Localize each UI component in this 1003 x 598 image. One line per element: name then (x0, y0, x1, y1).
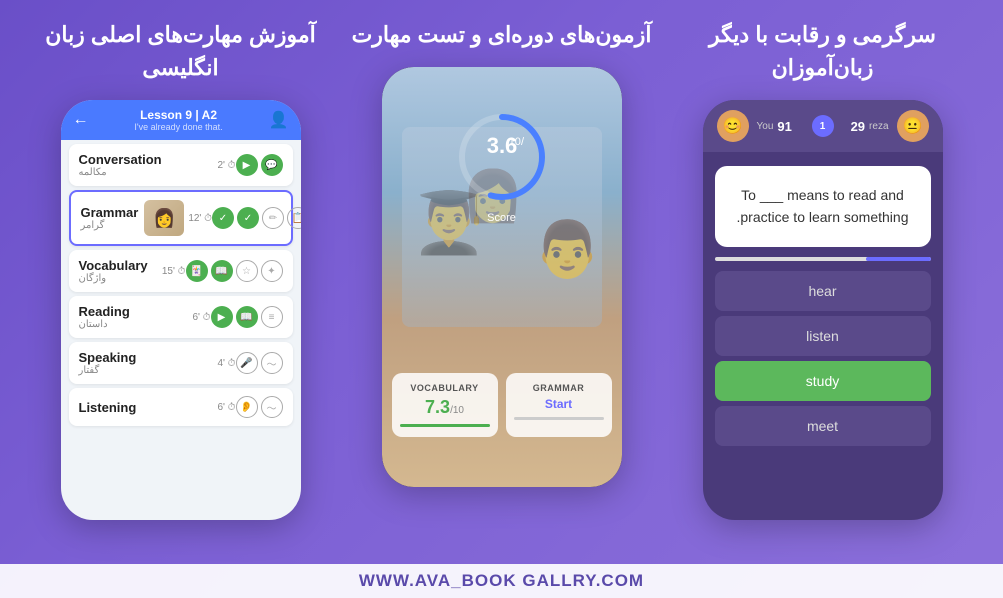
skill-listening-text: Listening (79, 400, 214, 415)
grammar-icon-1[interactable]: ✓ (212, 207, 234, 229)
vocab-icon-1[interactable]: 🃏 (186, 260, 208, 282)
you-score: 91 (777, 119, 791, 134)
skill-chat-icon[interactable]: 💬 (261, 154, 283, 176)
you-label: You (757, 121, 774, 132)
skill-speaking-text: Speaking گفتار (79, 350, 214, 376)
skill-vocabulary-text: Vocabulary واژگان (79, 258, 158, 284)
question-text: To ___ means to read and practice to lea… (737, 187, 909, 225)
watermark-bar: WWW.AVA_BOOK GALLRY.COM (0, 564, 1003, 598)
score-label: Score (452, 212, 552, 224)
skill-grammar[interactable]: Grammar گرامر 👩 12' ⏱ ✓ ✓ ✏ 📋 ≡ (69, 190, 293, 246)
skill-reading-text: Reading داستان (79, 304, 189, 330)
skill-vocabulary-duration: 15' ⏱ (162, 266, 186, 277)
grammar-tab[interactable]: GRAMMAR Start (506, 373, 612, 437)
right-title: آموزش مهارت‌های اصلی زبان انگلیسی (20, 18, 341, 84)
speaking-icon-1[interactable]: 🎤 (236, 352, 258, 374)
player-avatar-you: 😊 (717, 110, 749, 142)
skill-listening-duration: 6' ⏱ (217, 402, 235, 413)
listening-icon-1[interactable]: 👂 (236, 396, 258, 418)
score-tabs: VOCABULARY 7.3/10 GRAMMAR Start (392, 373, 612, 437)
right-phone: ← Lesson 9 | A2 I've already done that. … (61, 100, 301, 520)
vocab-icon-3[interactable]: ☆ (236, 260, 258, 282)
left-phone: 😊 You 91 1 29 reza 😐 To ___ means to rea… (703, 100, 943, 520)
skill-play-icon[interactable]: ▶ (236, 154, 258, 176)
skill-conversation-text: Conversation مکالمه (79, 152, 214, 178)
vocab-icon-4[interactable]: ✦ (261, 260, 283, 282)
left-title: سرگرمی و رقابت با دیگر زبان‌آموزان (662, 18, 983, 84)
speaking-icon-2[interactable]: 〜 (261, 352, 283, 374)
grammar-progress-bar (514, 417, 604, 420)
player-info-you: You 91 (757, 119, 804, 134)
score-arc-svg: 3.6 /10 (452, 107, 552, 207)
back-button[interactable]: ← (73, 111, 89, 129)
lesson-title-text: Lesson 9 | A2 (89, 108, 269, 122)
skill-grammar-text: Grammar گرامر (81, 205, 139, 231)
vs-badge: 1 (812, 115, 834, 137)
skill-vocabulary[interactable]: Vocabulary واژگان 15' ⏱ 🃏 📖 ☆ ✦ (69, 250, 293, 292)
vocabulary-tab[interactable]: VOCABULARY 7.3/10 (392, 373, 498, 437)
answer-listen[interactable]: listen (715, 316, 931, 356)
skill-conversation-icons: ▶ 💬 (236, 154, 283, 176)
mid-phone: 👨‍🎓 👩 👨 3.6 /10 Score VOCABULARY (382, 67, 622, 487)
reza-label: reza (869, 121, 888, 132)
grammar-icon-3[interactable]: ✏ (262, 207, 284, 229)
listening-icon-2[interactable]: 〜 (261, 396, 283, 418)
reading-icon-2[interactable]: 📖 (236, 306, 258, 328)
question-card: To ___ means to read and practice to lea… (715, 166, 931, 247)
mid-title: آزمون‌های دوره‌ای و تست مهارت (352, 18, 652, 51)
right-phone-header: ← Lesson 9 | A2 I've already done that. … (61, 100, 301, 140)
reza-score: 29 (851, 119, 865, 134)
skill-grammar-duration: 12' ⏱ (188, 213, 212, 224)
skill-speaking[interactable]: Speaking گفتار 4' ⏱ 🎤 〜 (69, 342, 293, 384)
profile-icon[interactable]: 👤 (269, 110, 289, 130)
lesson-title-block: Lesson 9 | A2 I've already done that. (89, 108, 269, 132)
answer-meet[interactable]: meet (715, 406, 931, 446)
answer-study[interactable]: study (715, 361, 931, 401)
grammar-photo: 👩 (144, 200, 184, 236)
vocab-tab-score: 7.3/10 (400, 397, 490, 418)
skill-reading[interactable]: Reading داستان 6' ⏱ ▶ 📖 ≡ (69, 296, 293, 338)
left-section: سرگرمی و رقابت با دیگر زبان‌آموزان 😊 You… (662, 18, 983, 598)
skill-listening-icons: 👂 〜 (236, 396, 283, 418)
game-header: 😊 You 91 1 29 reza 😐 (703, 100, 943, 152)
grammar-icon-2[interactable]: ✓ (237, 207, 259, 229)
skill-listening[interactable]: Listening 6' ⏱ 👂 〜 (69, 388, 293, 426)
skill-conversation[interactable]: Conversation مکالمه 2' ⏱ ▶ 💬 (69, 144, 293, 186)
vocab-progress-bar (400, 424, 490, 427)
reading-icon-3[interactable]: ≡ (261, 306, 283, 328)
vocab-icon-2[interactable]: 📖 (211, 260, 233, 282)
skill-grammar-icons: ✓ ✓ ✏ 📋 ≡ (212, 207, 301, 229)
progress-bar (715, 257, 931, 261)
watermark-text: WWW.AVA_BOOK GALLRY.COM (359, 571, 644, 590)
skill-vocabulary-icons: 🃏 📖 ☆ ✦ (186, 260, 283, 282)
progress-fill (866, 257, 931, 261)
right-section: آموزش مهارت‌های اصلی زبان انگلیسی ← Less… (20, 18, 341, 598)
vocab-tab-title: VOCABULARY (400, 383, 490, 393)
grammar-tab-action[interactable]: Start (514, 397, 604, 411)
svg-text:/10: /10 (508, 136, 524, 148)
reading-icon-1[interactable]: ▶ (211, 306, 233, 328)
player-avatar-reza: 😐 (897, 110, 929, 142)
skill-speaking-duration: 4' ⏱ (217, 358, 235, 369)
skill-conversation-duration: 2' ⏱ (217, 160, 235, 171)
player-info-reza: 29 reza (842, 119, 889, 134)
answer-hear[interactable]: hear (715, 271, 931, 311)
skill-reading-duration: 6' ⏱ (192, 312, 210, 323)
lesson-subtitle-text: I've already done that. (89, 122, 269, 132)
score-overlay: 3.6 /10 Score (452, 107, 552, 224)
skill-reading-icons: ▶ 📖 ≡ (211, 306, 283, 328)
mid-section: آزمون‌های دوره‌ای و تست مهارت 👨‍🎓 👩 👨 3.… (341, 18, 662, 598)
grammar-icon-4[interactable]: 📋 (287, 207, 301, 229)
grammar-tab-title: GRAMMAR (514, 383, 604, 393)
skill-speaking-icons: 🎤 〜 (236, 352, 283, 374)
